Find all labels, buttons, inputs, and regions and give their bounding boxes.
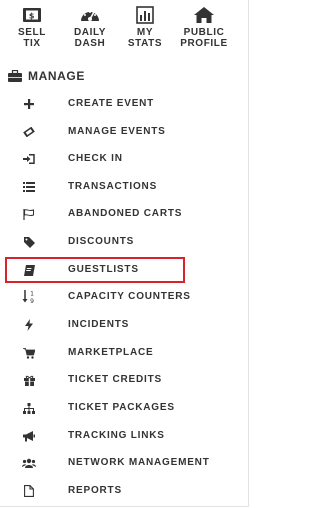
menu-item-ticket-packages[interactable]: TICKET PACKAGES	[0, 395, 250, 421]
menu-item-label: TRACKING LINKS	[68, 430, 165, 441]
menu-item-network-management[interactable]: NETWORK MANAGEMENT	[0, 450, 250, 476]
menu-item-label: DISCOUNTS	[68, 236, 135, 247]
briefcase-icon	[8, 70, 22, 82]
menu-item-ticket-credits[interactable]: TICKET CREDITS	[0, 367, 250, 393]
manage-section-heading: MANAGE	[8, 68, 85, 84]
plus-icon	[22, 97, 36, 111]
menu-item-abandoned-carts[interactable]: ABANDONED CARTS	[0, 201, 250, 227]
top-nav-label: MY STATS	[127, 27, 163, 49]
menu-item-label: NETWORK MANAGEMENT	[68, 457, 210, 468]
menu-item-label: REPORTS	[68, 485, 122, 496]
bullhorn-icon	[22, 429, 36, 443]
sign-in-icon	[22, 152, 36, 166]
menu-item-label: TRANSACTIONS	[68, 181, 158, 192]
book-icon	[22, 263, 36, 277]
menu-item-check-in[interactable]: CHECK IN	[0, 146, 250, 172]
menu-item-label: INCIDENTS	[68, 319, 130, 330]
sort-numeric-icon: 19	[22, 290, 36, 304]
svg-text:9: 9	[30, 298, 34, 304]
top-nav-label: SELL TIX	[18, 27, 46, 49]
menu-item-incidents[interactable]: INCIDENTS	[0, 312, 250, 338]
menu-item-marketplace[interactable]: MARKETPLACE	[0, 340, 250, 366]
top-nav: $ SELL TIX DAILY DASH MY STATS PUBLIC PR…	[0, 6, 250, 58]
menu-item-create-event[interactable]: CREATE EVENT	[0, 91, 250, 117]
menu-item-label: MARKETPLACE	[68, 347, 154, 358]
bolt-icon	[22, 318, 36, 332]
gift-icon	[22, 373, 36, 387]
tag-icon	[22, 235, 36, 249]
flag-icon	[22, 207, 36, 221]
top-nav-label: DAILY DASH	[73, 27, 107, 49]
menu-item-guestlists[interactable]: GUESTLISTS	[0, 257, 250, 283]
svg-text:$: $	[29, 12, 35, 21]
menu-item-label: CREATE EVENT	[68, 98, 155, 109]
menu-item-label: GUESTLISTS	[68, 264, 139, 275]
top-nav-public-profile[interactable]: PUBLIC PROFILE	[173, 6, 235, 58]
users-icon	[22, 456, 36, 470]
file-icon	[22, 484, 36, 498]
home-icon	[194, 7, 214, 23]
bar-chart-icon	[136, 6, 154, 24]
top-nav-sell-tix[interactable]: $ SELL TIX	[4, 6, 60, 58]
cart-icon	[22, 346, 36, 360]
top-nav-my-stats[interactable]: MY STATS	[119, 6, 171, 58]
top-nav-label: PUBLIC PROFILE	[180, 27, 228, 49]
menu-item-tracking-links[interactable]: TRACKING LINKS	[0, 423, 250, 449]
menu-item-label: CAPACITY COUNTERS	[68, 291, 191, 302]
menu-item-label: ABANDONED CARTS	[68, 208, 183, 219]
menu-item-label: TICKET CREDITS	[68, 374, 162, 385]
tickets-icon	[22, 125, 36, 139]
dashboard-gauge-icon	[81, 11, 99, 21]
menu-item-label: MANAGE EVENTS	[68, 126, 166, 137]
menu-item-label: TICKET PACKAGES	[68, 402, 175, 413]
sitemap-icon	[22, 401, 36, 415]
ticket-icon: $	[23, 8, 41, 22]
menu-item-label: CHECK IN	[68, 153, 123, 164]
menu-item-reports[interactable]: REPORTS	[0, 478, 250, 504]
menu-item-discounts[interactable]: DISCOUNTS	[0, 229, 250, 255]
list-icon	[22, 180, 36, 194]
menu-item-capacity-counters[interactable]: 19 CAPACITY COUNTERS	[0, 284, 250, 310]
svg-text:1: 1	[30, 291, 34, 298]
top-nav-daily-dash[interactable]: DAILY DASH	[59, 6, 121, 58]
menu-item-manage-events[interactable]: MANAGE EVENTS	[0, 119, 250, 145]
menu-item-transactions[interactable]: TRANSACTIONS	[0, 174, 250, 200]
section-title: MANAGE	[28, 69, 85, 83]
